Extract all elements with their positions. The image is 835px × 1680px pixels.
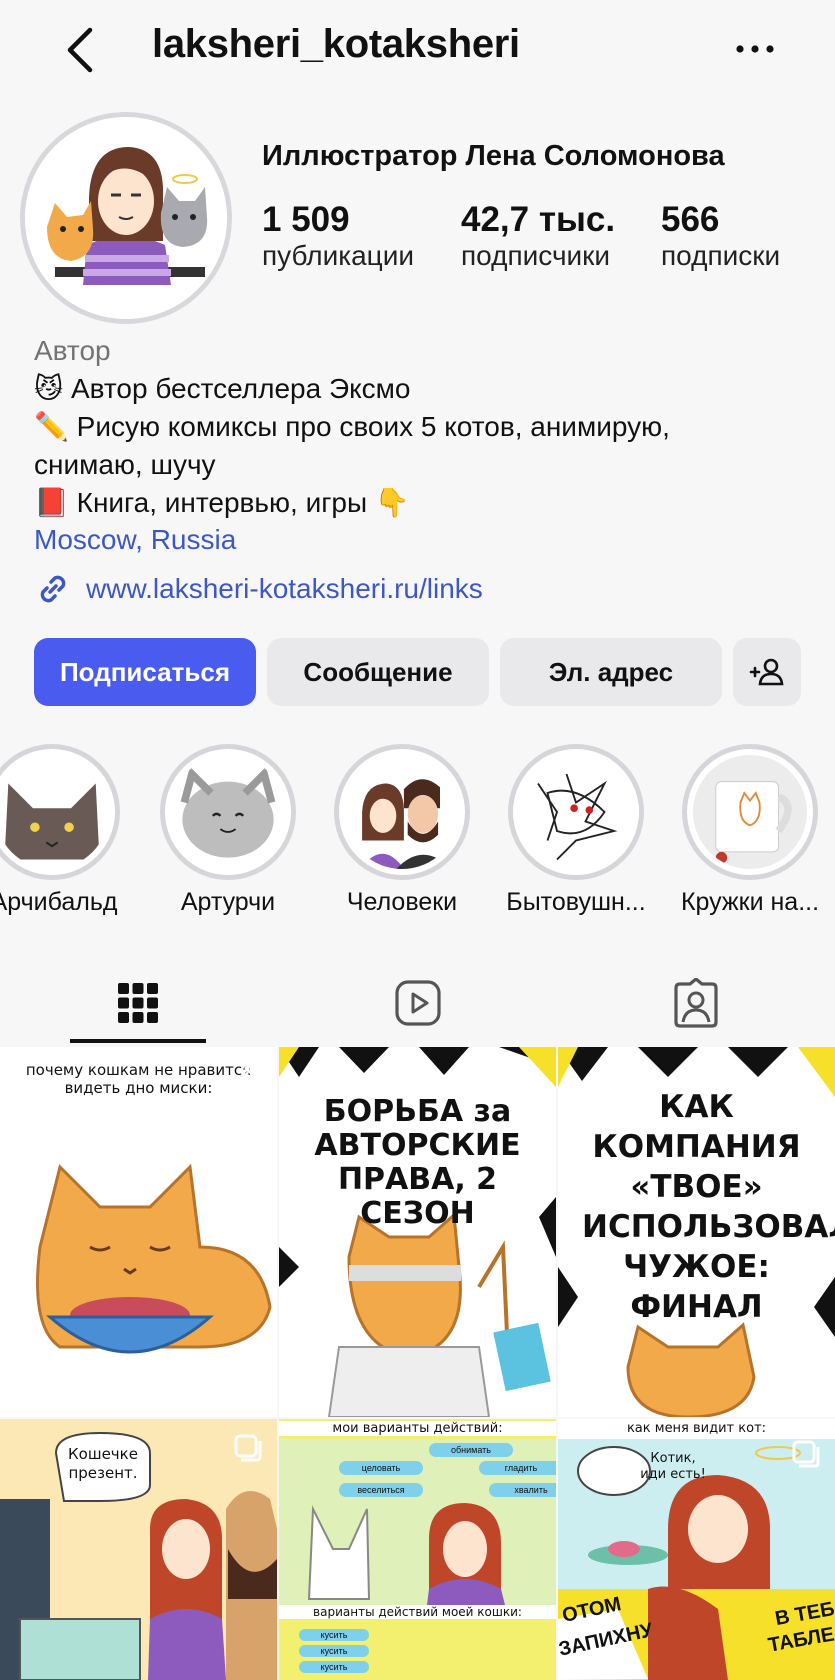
stat-posts-label: публикации: [262, 240, 414, 271]
message-button[interactable]: Сообщение: [267, 638, 489, 706]
follow-button[interactable]: Подписаться: [34, 638, 256, 706]
tab-tagged[interactable]: [661, 968, 731, 1038]
stat-posts-value: 1 509: [262, 200, 350, 239]
stat-following[interactable]: 566 подписки: [661, 200, 780, 272]
pin-icon: [239, 1062, 262, 1085]
profile-location[interactable]: Moscow, Russia: [34, 524, 236, 556]
highlight-humans[interactable]: [334, 744, 470, 880]
tagged-icon: [674, 978, 718, 1028]
email-button[interactable]: Эл. адрес: [500, 638, 722, 706]
post-option: кусить: [299, 1645, 369, 1657]
stat-followers[interactable]: 42,7 тыс. подписчики: [461, 200, 615, 272]
profile-category: Автор: [34, 335, 111, 366]
carousel-icon: [234, 1434, 262, 1462]
carousel-icon: [792, 1440, 820, 1468]
reels-icon: [395, 980, 441, 1026]
stat-following-label: подписки: [661, 240, 781, 271]
highlight-label: Бытовушн...: [506, 888, 646, 916]
tab-reels[interactable]: [383, 968, 453, 1038]
highlight-cover: [171, 755, 285, 869]
back-button[interactable]: [58, 22, 108, 78]
highlight-cover: [693, 755, 807, 869]
profile-full-name: Иллюстратор Лена Соломонова: [262, 140, 725, 172]
post-tile[interactable]: как меня видит кот: Котик, иди есть! ОТО…: [558, 1419, 835, 1680]
bio-line: снимаю, шучу: [34, 449, 216, 480]
tab-grid[interactable]: [103, 968, 173, 1038]
highlight-label: Человеки: [346, 888, 458, 916]
highlight-bytovushka[interactable]: [508, 744, 644, 880]
post-option: кусить: [299, 1629, 369, 1641]
stat-following-value: 566: [661, 200, 720, 239]
add-person-icon: [749, 658, 784, 686]
active-tab-indicator: [70, 1039, 206, 1043]
profile-avatar[interactable]: [20, 112, 232, 324]
more-icon: [736, 45, 774, 53]
profile-link-text: www.laksheri-kotaksheri.ru/links: [86, 573, 483, 604]
profile-username: laksheri_kotaksheri: [152, 22, 520, 66]
stat-posts[interactable]: 1 509 публикации: [262, 200, 414, 272]
avatar-illustration: [25, 117, 227, 319]
post-caption: БОРЬБА за АВТОРСКИЕ ПРАВА, 2 СЕЗОН: [314, 1094, 521, 1231]
bio-line: ✏️ Рисую комиксы про своих 5 котов, аним…: [34, 411, 670, 442]
post-caption-secondary: варианты действий моей кошки:: [279, 1605, 556, 1619]
bio-line: 😼 Автор бестселлера Эксмо: [34, 373, 411, 404]
link-icon: [40, 575, 66, 603]
post-tile[interactable]: почему кошкам не нравится видеть дно мис…: [0, 1047, 277, 1417]
bio-line: 📕 Книга, интервью, игры 👇: [34, 487, 410, 518]
highlight-label: Артурчи: [180, 888, 276, 916]
post-caption: КАК КОМПАНИЯ «ТВОЕ» ИСПОЛЬЗОВАЛА ЧУЖОЕ: …: [582, 1089, 835, 1325]
speech-bubble-text: Котик, иди есть!: [640, 1451, 706, 1482]
post-illustration: [36, 1163, 272, 1354]
highlight-label: Арчибальд: [0, 888, 118, 916]
highlight-mugs[interactable]: [682, 744, 818, 880]
stat-followers-label: подписчики: [461, 240, 611, 271]
grid-icon: [118, 983, 158, 1023]
post-tile[interactable]: Кошечке презент.: [0, 1419, 277, 1680]
chevron-left-icon: [67, 27, 93, 73]
post-tile[interactable]: БОРЬБА за АВТОРСКИЕ ПРАВА, 2 СЕЗОН: [279, 1047, 556, 1417]
highlight-cover: [345, 755, 459, 869]
more-options-button[interactable]: [732, 34, 778, 64]
post-tile[interactable]: КАК КОМПАНИЯ «ТВОЕ» ИСПОЛЬЗОВАЛА ЧУЖОЕ: …: [558, 1047, 835, 1417]
stat-followers-value: 42,7 тыс.: [461, 200, 616, 239]
post-tile[interactable]: мои варианты действий: обнимать целовать…: [279, 1419, 556, 1680]
highlight-label: Кружки на...: [680, 888, 820, 916]
highlight-archibald[interactable]: [0, 744, 120, 880]
profile-link[interactable]: www.laksheri-kotaksheri.ru/links: [34, 570, 483, 608]
post-option: кусить: [299, 1661, 369, 1673]
highlight-cover: [519, 755, 633, 869]
highlight-cover: [0, 755, 109, 869]
suggest-people-button[interactable]: [733, 638, 801, 706]
post-caption: Кошечке презент.: [68, 1445, 138, 1482]
highlight-arturchi[interactable]: [160, 744, 296, 880]
